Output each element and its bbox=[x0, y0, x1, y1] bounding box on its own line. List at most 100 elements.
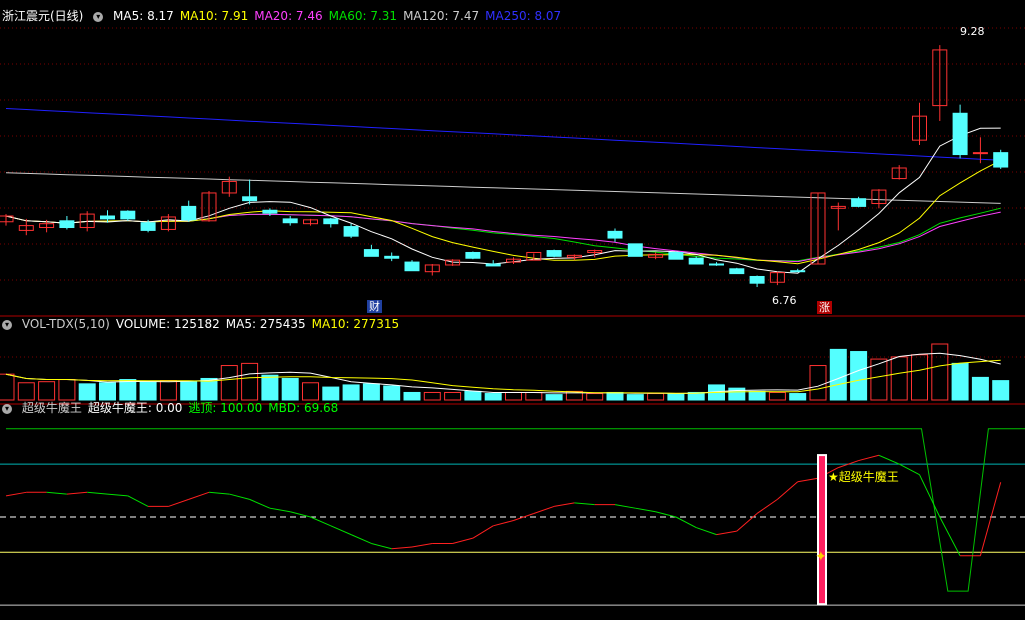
mbd-line-segment bbox=[574, 502, 595, 506]
volume-bar-up bbox=[17, 382, 35, 401]
candle-down bbox=[323, 218, 339, 225]
indicator-settings-icon[interactable]: ▾ bbox=[2, 403, 12, 414]
indicator-legend-item-3: MBD: 69.68 bbox=[268, 401, 339, 415]
mbd-line-segment bbox=[898, 463, 920, 476]
volume-bar-up bbox=[931, 343, 949, 401]
volume-bar-up bbox=[220, 365, 238, 401]
mbd-line-segment bbox=[493, 520, 514, 527]
candle-down bbox=[952, 112, 968, 156]
mbd-line-segment bbox=[472, 525, 494, 539]
volume-bar-down bbox=[545, 394, 563, 401]
volume-legend-item-0: VOL-TDX(5,10) bbox=[21, 317, 110, 331]
escape-top-line bbox=[6, 428, 1025, 592]
volume-bar-up bbox=[0, 373, 15, 401]
candle-down bbox=[242, 196, 258, 202]
limit-up-badge[interactable]: 涨 bbox=[817, 301, 832, 314]
volume-bar-up bbox=[302, 382, 319, 401]
volume-bar-down bbox=[281, 377, 299, 401]
ma10-line bbox=[5, 159, 1001, 265]
butterfly-icon: ✦ bbox=[815, 549, 827, 565]
volume-bar-up bbox=[423, 391, 441, 401]
volume-bar-up bbox=[768, 391, 786, 401]
candle-down bbox=[749, 275, 765, 284]
candle-down bbox=[607, 230, 623, 239]
volume-bar-down bbox=[789, 393, 807, 401]
volume-bar-down bbox=[850, 351, 868, 401]
mbd-line-segment bbox=[371, 542, 392, 550]
mbd-line-segment bbox=[290, 511, 311, 518]
volume-bar-down bbox=[484, 393, 502, 401]
ma-legend-item-4: MA120: 7.47 bbox=[403, 9, 480, 23]
candle-down bbox=[851, 198, 867, 207]
mbd-line-segment bbox=[939, 516, 961, 557]
mbd-line-segment bbox=[269, 507, 291, 513]
candle-down bbox=[668, 251, 684, 260]
volume-bar-down bbox=[606, 391, 624, 401]
indicator-legend-item-0: 超级牛魔王 bbox=[21, 401, 82, 415]
ma-legend: MA5: 8.17 MA10: 7.91 MA20: 7.46 MA60: 7.31 M… bbox=[113, 9, 567, 23]
mbd-line-segment bbox=[858, 454, 880, 462]
candle-down bbox=[363, 249, 379, 257]
mbd-line-segment bbox=[878, 454, 900, 465]
volume-bar-up bbox=[159, 380, 177, 401]
ma-legend-item-3: MA60: 7.31 bbox=[328, 9, 398, 23]
high-price-label: 9.28 bbox=[960, 25, 985, 38]
mbd-line-segment bbox=[310, 516, 331, 527]
candle-down bbox=[546, 250, 562, 257]
candle-down bbox=[404, 261, 420, 272]
volume-bar-up bbox=[647, 393, 665, 401]
mbd-line-segment bbox=[756, 498, 778, 514]
candle-down bbox=[688, 257, 704, 265]
mbd-line-segment bbox=[411, 542, 433, 548]
volume-bar-down bbox=[992, 380, 1010, 401]
candle-down bbox=[343, 226, 359, 237]
mbd-line-segment bbox=[46, 491, 67, 495]
volume-bar-down bbox=[119, 379, 137, 401]
mbd-line-segment bbox=[614, 504, 636, 509]
mbd-line-segment bbox=[5, 491, 27, 497]
candle-down bbox=[465, 251, 481, 259]
indicator-header: ▾ 超级牛魔王 超级牛魔王: 0.00 逃顶: 100.00 MBD: 69.68 bbox=[2, 400, 350, 416]
candle-down bbox=[282, 218, 298, 224]
stock-name-label: 浙江震元(日线) bbox=[2, 9, 84, 23]
low-price-label: 6.76 bbox=[772, 294, 797, 307]
indicator-legend: 超级牛魔王 超级牛魔王: 0.00 逃顶: 100.00 MBD: 69.68 bbox=[22, 401, 345, 415]
volume-bar-down bbox=[99, 382, 116, 401]
mbd-line-segment bbox=[655, 511, 677, 518]
ma-legend-item-1: MA10: 7.91 bbox=[179, 9, 249, 23]
candle-down bbox=[59, 220, 75, 229]
volume-bar-down bbox=[403, 391, 421, 401]
volume-bar-down bbox=[139, 381, 157, 401]
candle-down bbox=[384, 255, 400, 259]
mbd-line-segment bbox=[696, 527, 717, 536]
settings-circle-icon[interactable]: ▾ bbox=[93, 11, 104, 22]
volume-bar-down bbox=[342, 384, 360, 401]
candle-down bbox=[729, 268, 745, 275]
volume-legend-item-1: VOLUME: 125182 bbox=[115, 317, 220, 331]
mbd-line-segment bbox=[229, 493, 250, 500]
mbd-line-segment bbox=[736, 513, 758, 532]
mbd-line-segment bbox=[554, 502, 575, 507]
mbd-line-segment bbox=[208, 491, 230, 495]
candle-down bbox=[140, 222, 156, 231]
mbd-line-segment bbox=[66, 491, 88, 495]
finance-badge[interactable]: 财 bbox=[367, 300, 382, 313]
volume-legend-item-2: MA5: 275435 bbox=[225, 317, 306, 331]
candle-down bbox=[485, 263, 501, 267]
volume-bar-down bbox=[383, 385, 401, 401]
volume-bar-down bbox=[667, 393, 685, 401]
mbd-line-segment bbox=[107, 493, 128, 497]
mbd-line-segment bbox=[127, 495, 149, 507]
volume-bar-down bbox=[951, 362, 969, 401]
volume-legend: VOL-TDX(5,10) VOLUME: 125182 MA5: 275435 MA… bbox=[22, 317, 405, 331]
volume-bar-up bbox=[444, 391, 462, 401]
volume-bar-up bbox=[58, 379, 76, 401]
mbd-line-segment bbox=[533, 505, 555, 514]
volume-bar-up bbox=[505, 391, 522, 401]
mbd-line-segment bbox=[249, 498, 271, 509]
volume-settings-icon[interactable]: ▾ bbox=[2, 319, 12, 330]
mbd-line-segment bbox=[797, 477, 819, 483]
mbd-line-segment bbox=[635, 507, 656, 513]
price-header: 浙江震元(日线) ▾ MA5: 8.17 MA10: 7.91 MA20: 7.46… bbox=[2, 8, 573, 24]
volume-bar-down bbox=[748, 390, 766, 401]
